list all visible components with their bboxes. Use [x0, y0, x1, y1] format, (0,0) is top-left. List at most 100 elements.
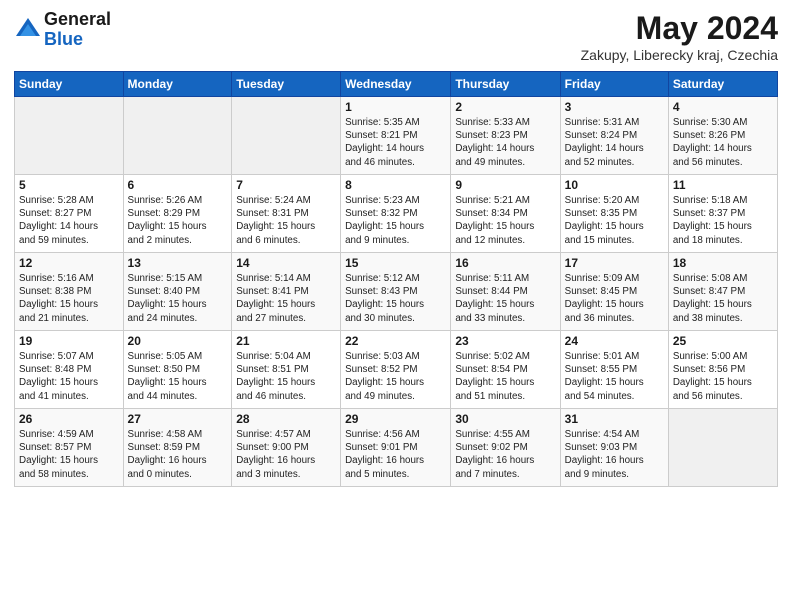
day-number: 29	[345, 412, 446, 426]
day-info: Sunrise: 5:16 AMSunset: 8:38 PMDaylight:…	[19, 272, 119, 325]
day-info: Sunrise: 5:18 AMSunset: 8:37 PMDaylight:…	[673, 194, 773, 247]
calendar-week-3: 12Sunrise: 5:16 AMSunset: 8:38 PMDayligh…	[15, 253, 778, 331]
day-number: 23	[455, 334, 555, 348]
calendar-cell: 30 Sunrise: 4:55 AMSunset: 9:02 PMDayligh…	[451, 409, 560, 487]
logo-general-text: General	[44, 10, 111, 30]
weekday-header-tuesday: Tuesday	[232, 72, 341, 97]
calendar-cell: 23 Sunrise: 5:02 AMSunset: 8:54 PMDayligh…	[451, 331, 560, 409]
day-info: Sunrise: 5:05 AMSunset: 8:50 PMDaylight:…	[128, 350, 228, 403]
day-number: 6	[128, 178, 228, 192]
calendar-cell: 29Sunrise: 4:56 AMSunset: 9:01 PMDayligh…	[341, 409, 451, 487]
page: General Blue May 2024 Zakupy, Liberecky …	[0, 0, 792, 612]
day-number: 9	[455, 178, 555, 192]
calendar-cell: 16Sunrise: 5:11 AMSunset: 8:44 PMDayligh…	[451, 253, 560, 331]
calendar-body: 1 Sunrise: 5:35 AMSunset: 8:21 PMDaylight…	[15, 97, 778, 487]
calendar-cell: 2 Sunrise: 5:33 AMSunset: 8:23 PMDaylight…	[451, 97, 560, 175]
location: Zakupy, Liberecky kraj, Czechia	[581, 47, 778, 63]
calendar-cell: 19 Sunrise: 5:07 AMSunset: 8:48 PMDayligh…	[15, 331, 124, 409]
calendar-cell: 31 Sunrise: 4:54 AMSunset: 9:03 PMDayligh…	[560, 409, 668, 487]
day-number: 1	[345, 100, 446, 114]
calendar-cell: 8 Sunrise: 5:23 AMSunset: 8:32 PMDaylight…	[341, 175, 451, 253]
calendar-cell: 10Sunrise: 5:20 AMSunset: 8:35 PMDayligh…	[560, 175, 668, 253]
day-info: Sunrise: 5:01 AMSunset: 8:55 PMDaylight:…	[565, 350, 664, 403]
day-number: 21	[236, 334, 336, 348]
logo-blue-text: Blue	[44, 30, 111, 50]
day-info: Sunrise: 5:00 AMSunset: 8:56 PMDaylight:…	[673, 350, 773, 403]
day-number: 5	[19, 178, 119, 192]
calendar-cell	[15, 97, 124, 175]
day-info: Sunrise: 5:21 AMSunset: 8:34 PMDaylight:…	[455, 194, 555, 247]
day-info: Sunrise: 5:09 AMSunset: 8:45 PMDaylight:…	[565, 272, 664, 325]
day-number: 27	[128, 412, 228, 426]
day-info: Sunrise: 5:28 AMSunset: 8:27 PMDaylight:…	[19, 194, 119, 247]
day-number: 11	[673, 178, 773, 192]
calendar-cell: 25 Sunrise: 5:00 AMSunset: 8:56 PMDayligh…	[668, 331, 777, 409]
calendar-cell: 18 Sunrise: 5:08 AMSunset: 8:47 PMDayligh…	[668, 253, 777, 331]
weekday-row: SundayMondayTuesdayWednesdayThursdayFrid…	[15, 72, 778, 97]
calendar-cell: 5 Sunrise: 5:28 AMSunset: 8:27 PMDaylight…	[15, 175, 124, 253]
day-info: Sunrise: 5:04 AMSunset: 8:51 PMDaylight:…	[236, 350, 336, 403]
day-number: 15	[345, 256, 446, 270]
day-info: Sunrise: 5:07 AMSunset: 8:48 PMDaylight:…	[19, 350, 119, 403]
weekday-header-saturday: Saturday	[668, 72, 777, 97]
day-info: Sunrise: 4:58 AMSunset: 8:59 PMDaylight:…	[128, 428, 228, 481]
day-number: 26	[19, 412, 119, 426]
day-info: Sunrise: 5:33 AMSunset: 8:23 PMDaylight:…	[455, 116, 555, 169]
day-number: 18	[673, 256, 773, 270]
day-number: 20	[128, 334, 228, 348]
calendar-cell: 7 Sunrise: 5:24 AMSunset: 8:31 PMDaylight…	[232, 175, 341, 253]
day-number: 22	[345, 334, 446, 348]
calendar-cell: 28Sunrise: 4:57 AMSunset: 9:00 PMDayligh…	[232, 409, 341, 487]
logo-icon	[14, 16, 42, 44]
calendar-week-2: 5 Sunrise: 5:28 AMSunset: 8:27 PMDaylight…	[15, 175, 778, 253]
day-number: 13	[128, 256, 228, 270]
day-info: Sunrise: 4:59 AMSunset: 8:57 PMDaylight:…	[19, 428, 119, 481]
weekday-header-monday: Monday	[123, 72, 232, 97]
weekday-header-wednesday: Wednesday	[341, 72, 451, 97]
day-number: 8	[345, 178, 446, 192]
calendar-cell: 15 Sunrise: 5:12 AMSunset: 8:43 PMDayligh…	[341, 253, 451, 331]
day-number: 19	[19, 334, 119, 348]
day-number: 24	[565, 334, 664, 348]
calendar-cell: 20 Sunrise: 5:05 AMSunset: 8:50 PMDayligh…	[123, 331, 232, 409]
day-number: 31	[565, 412, 664, 426]
day-info: Sunrise: 5:35 AMSunset: 8:21 PMDaylight:…	[345, 116, 446, 169]
calendar-cell: 24 Sunrise: 5:01 AMSunset: 8:55 PMDayligh…	[560, 331, 668, 409]
weekday-header-thursday: Thursday	[451, 72, 560, 97]
calendar-week-5: 26 Sunrise: 4:59 AMSunset: 8:57 PMDayligh…	[15, 409, 778, 487]
day-info: Sunrise: 5:24 AMSunset: 8:31 PMDaylight:…	[236, 194, 336, 247]
day-info: Sunrise: 5:08 AMSunset: 8:47 PMDaylight:…	[673, 272, 773, 325]
header: General Blue May 2024 Zakupy, Liberecky …	[14, 10, 778, 63]
day-number: 30	[455, 412, 555, 426]
day-number: 16	[455, 256, 555, 270]
day-info: Sunrise: 4:57 AMSunset: 9:00 PMDaylight:…	[236, 428, 336, 481]
title-block: May 2024 Zakupy, Liberecky kraj, Czechia	[581, 10, 778, 63]
calendar-week-1: 1 Sunrise: 5:35 AMSunset: 8:21 PMDaylight…	[15, 97, 778, 175]
calendar-cell: 13Sunrise: 5:15 AMSunset: 8:40 PMDayligh…	[123, 253, 232, 331]
day-number: 7	[236, 178, 336, 192]
day-number: 17	[565, 256, 664, 270]
day-number: 4	[673, 100, 773, 114]
day-info: Sunrise: 5:02 AMSunset: 8:54 PMDaylight:…	[455, 350, 555, 403]
day-number: 25	[673, 334, 773, 348]
day-info: Sunrise: 4:55 AMSunset: 9:02 PMDaylight:…	[455, 428, 555, 481]
day-number: 3	[565, 100, 664, 114]
calendar-cell	[232, 97, 341, 175]
weekday-header-sunday: Sunday	[15, 72, 124, 97]
calendar-cell: 12Sunrise: 5:16 AMSunset: 8:38 PMDayligh…	[15, 253, 124, 331]
day-info: Sunrise: 4:54 AMSunset: 9:03 PMDaylight:…	[565, 428, 664, 481]
calendar-cell	[668, 409, 777, 487]
day-info: Sunrise: 5:23 AMSunset: 8:32 PMDaylight:…	[345, 194, 446, 247]
calendar-cell: 3 Sunrise: 5:31 AMSunset: 8:24 PMDaylight…	[560, 97, 668, 175]
day-info: Sunrise: 5:31 AMSunset: 8:24 PMDaylight:…	[565, 116, 664, 169]
calendar-cell: 4Sunrise: 5:30 AMSunset: 8:26 PMDaylight…	[668, 97, 777, 175]
calendar-table: SundayMondayTuesdayWednesdayThursdayFrid…	[14, 71, 778, 487]
day-info: Sunrise: 5:12 AMSunset: 8:43 PMDaylight:…	[345, 272, 446, 325]
calendar-cell: 6 Sunrise: 5:26 AMSunset: 8:29 PMDaylight…	[123, 175, 232, 253]
day-info: Sunrise: 5:03 AMSunset: 8:52 PMDaylight:…	[345, 350, 446, 403]
calendar-cell: 11 Sunrise: 5:18 AMSunset: 8:37 PMDayligh…	[668, 175, 777, 253]
day-number: 2	[455, 100, 555, 114]
day-info: Sunrise: 5:26 AMSunset: 8:29 PMDaylight:…	[128, 194, 228, 247]
weekday-header-friday: Friday	[560, 72, 668, 97]
day-number: 10	[565, 178, 664, 192]
